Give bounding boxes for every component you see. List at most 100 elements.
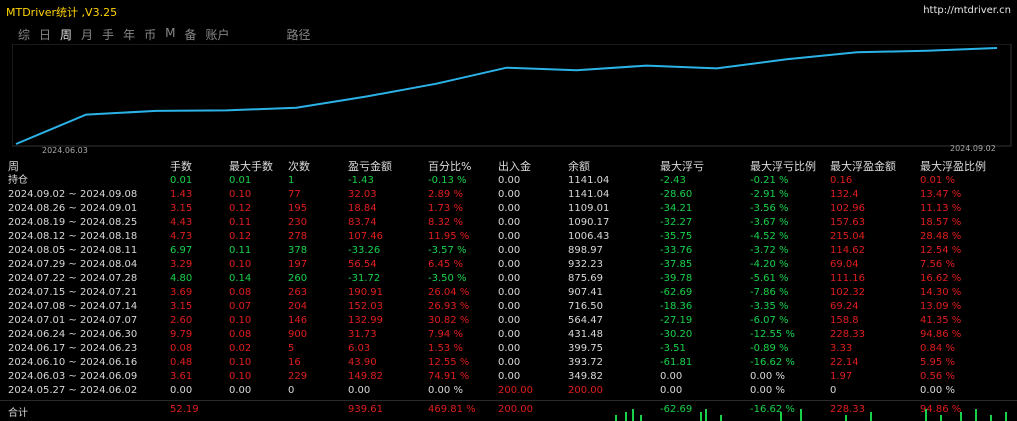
table-row[interactable]: 2024.09.02 ~ 2024.09.08 1.43 0.10 77 32.03 2.…	[8, 188, 1013, 202]
table-cell: -3.56 %	[750, 203, 789, 214]
activity-tick	[845, 415, 847, 421]
table-cell: 0.08	[229, 287, 252, 298]
table-cell: 132.4	[830, 189, 859, 200]
table-row[interactable]: 2024.07.08 ~ 2024.07.14 3.15 0.07 204 152.03…	[8, 300, 1013, 314]
table-cell: 13.09 %	[920, 301, 962, 312]
table-row[interactable]: 2024.06.03 ~ 2024.06.09 3.61 0.10 229 149.82…	[8, 370, 1013, 384]
week-period: 2024.08.05 ~ 2024.08.11	[8, 245, 138, 256]
table-cell: 0.14	[229, 273, 252, 284]
table-cell: 16	[288, 357, 301, 368]
table-cell: 102.96	[830, 203, 865, 214]
table-row[interactable]: 2024.08.26 ~ 2024.09.01 3.15 0.12 195 18.84 1…	[8, 202, 1013, 216]
table-cell: 114.62	[830, 245, 865, 256]
column-header: 百分比%	[428, 160, 472, 173]
table-row[interactable]: 2024.05.27 ~ 2024.06.02 0.00 0.00 0 0.00 0.00…	[8, 384, 1013, 398]
week-period: 2024.08.26 ~ 2024.09.01	[8, 203, 138, 214]
table-row[interactable]: 2024.08.05 ~ 2024.08.11 6.97 0.11 378 -33.26…	[8, 244, 1013, 258]
table-cell: 5.95 %	[920, 357, 955, 368]
table-cell: 28.48 %	[920, 231, 962, 242]
table-cell: 0	[830, 385, 837, 396]
table-cell: 0.01	[170, 175, 193, 186]
tab-7[interactable]: M	[165, 26, 175, 44]
column-header: 最大手数	[229, 160, 273, 173]
table-row[interactable]: 2024.08.19 ~ 2024.08.25 4.43 0.11 230 83.74 8…	[8, 216, 1013, 230]
website-link[interactable]: http://mtdriver.cn	[923, 5, 1011, 16]
activity-tick	[705, 409, 707, 421]
table-row[interactable]: 2024.08.12 ~ 2024.08.18 4.73 0.12 278 107.46…	[8, 230, 1013, 244]
table-cell: -30.20	[660, 329, 693, 340]
table-cell: 146	[288, 315, 308, 326]
row-label: 持仓	[8, 175, 28, 186]
table-cell: -32.27	[660, 217, 693, 228]
table-cell: -0.13 %	[428, 175, 467, 186]
column-header: 最大浮亏	[660, 160, 704, 173]
tab-1[interactable]: 日	[39, 26, 51, 44]
position-row[interactable]: 持仓 0.01 0.01 1 -1.43 -0.13 % 0.00 1141.04 -2.43 -…	[8, 174, 1013, 188]
table-row[interactable]: 2024.07.01 ~ 2024.07.07 2.60 0.10 146 132.99…	[8, 314, 1013, 328]
activity-tick	[720, 415, 722, 421]
week-period: 2024.09.02 ~ 2024.09.08	[8, 189, 138, 200]
table-cell: 69.24	[830, 301, 859, 312]
week-period: 2024.08.19 ~ 2024.08.25	[8, 217, 138, 228]
table-cell: 0.00 %	[920, 385, 955, 396]
tab-2[interactable]: 周	[60, 26, 72, 44]
table-cell: 0.00	[498, 217, 521, 228]
table-cell: -33.26	[348, 245, 381, 256]
table-cell: 12.55 %	[428, 357, 470, 368]
table-cell: 0.00	[170, 385, 193, 396]
table-row[interactable]: 2024.07.15 ~ 2024.07.21 3.69 0.08 263 190.91…	[8, 286, 1013, 300]
tab-9[interactable]: 账户	[205, 26, 229, 44]
tab-6[interactable]: 币	[144, 26, 156, 44]
table-cell: 3.33	[830, 343, 853, 354]
table-cell: 0.02	[229, 343, 252, 354]
column-header: 出入金	[498, 160, 531, 173]
table-cell: 18.84	[348, 203, 377, 214]
column-header: 最大浮盈金额	[830, 160, 896, 173]
table-cell: 16.62 %	[920, 273, 962, 284]
tab-4[interactable]: 手	[102, 26, 114, 44]
table-cell: -16.62 %	[750, 357, 795, 368]
table-row[interactable]: 2024.06.10 ~ 2024.06.16 0.48 0.10 16 43.90 12…	[8, 356, 1013, 370]
activity-tick	[640, 415, 642, 421]
total-row: 合计 52.19 939.61 469.81 % 200.00 -62.69 -16.62 …	[0, 400, 1017, 421]
tab-8[interactable]: 备	[184, 26, 196, 44]
table-cell: 378	[288, 245, 308, 256]
column-header: 余额	[568, 160, 590, 173]
table-cell: 4.80	[170, 273, 193, 284]
table-cell: 898.97	[568, 245, 603, 256]
table-cell: -1.43	[348, 175, 374, 186]
table-cell: 0.11	[229, 217, 252, 228]
table-row[interactable]: 2024.07.29 ~ 2024.08.04 3.29 0.10 197 56.54 6…	[8, 258, 1013, 272]
table-cell: 197	[288, 259, 308, 270]
week-period: 2024.06.10 ~ 2024.06.16	[8, 357, 138, 368]
table-cell: 26.93 %	[428, 301, 470, 312]
column-header: 次数	[288, 160, 310, 173]
table-row[interactable]: 2024.06.17 ~ 2024.06.23 0.08 0.02 5 6.03 1.53…	[8, 342, 1013, 356]
table-cell: -4.20 %	[750, 259, 789, 270]
table-cell: 0.00	[498, 315, 521, 326]
table-cell: 0.00	[348, 385, 371, 396]
total-max-loss: -62.69	[660, 404, 693, 415]
table-cell: 0.10	[229, 357, 252, 368]
activity-tick	[925, 409, 927, 421]
table-cell: 56.54	[348, 259, 377, 270]
table-cell: 7.94 %	[428, 329, 463, 340]
table-cell: 0.10	[229, 189, 252, 200]
tab-10[interactable]: 路径	[287, 26, 311, 44]
table-row[interactable]: 2024.07.22 ~ 2024.07.28 4.80 0.14 260 -31.72…	[8, 272, 1013, 286]
tab-0[interactable]: 综	[18, 26, 30, 44]
table-cell: 0.00 %	[750, 371, 785, 382]
tab-3[interactable]: 月	[81, 26, 93, 44]
table-cell: 32.03	[348, 189, 377, 200]
table-row[interactable]: 2024.06.24 ~ 2024.06.30 9.79 0.08 900 31.73 7…	[8, 328, 1013, 342]
table-cell: -31.72	[348, 273, 381, 284]
tab-5[interactable]: 年	[123, 26, 135, 44]
table-cell: -4.52 %	[750, 231, 789, 242]
table-cell: -3.50 %	[428, 273, 467, 284]
table-cell: 94.86 %	[920, 329, 962, 340]
table-cell: 0.00 %	[750, 385, 785, 396]
weekly-stats-table: 周 手数 最大手数 次数 盈亏金额 百分比% 出入金 余额 最大浮亏 最大浮亏比例 最大浮盈金额 最大…	[8, 160, 1013, 398]
table-cell: 3.29	[170, 259, 193, 270]
table-cell: 152.03	[348, 301, 383, 312]
table-cell: 0.00	[498, 189, 521, 200]
